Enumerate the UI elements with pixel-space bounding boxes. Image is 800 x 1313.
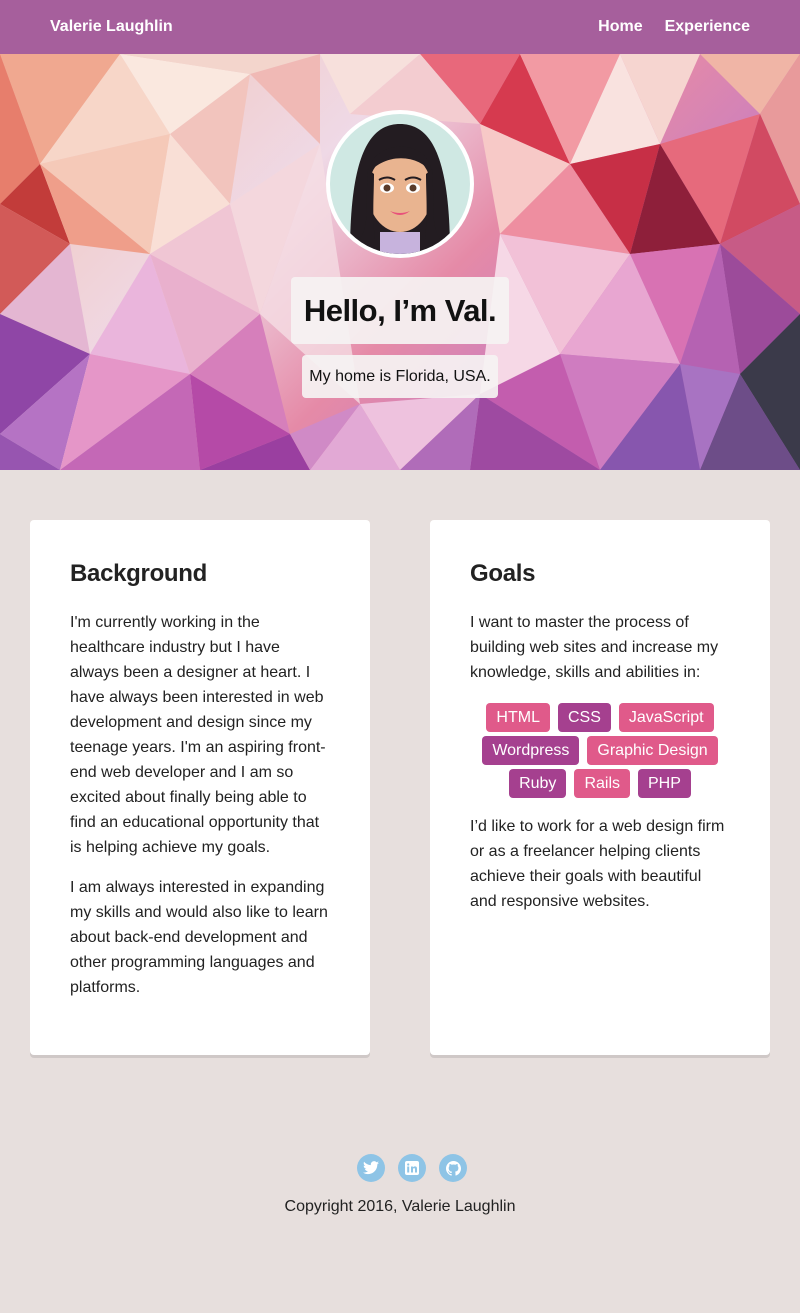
- background-heading: Background: [70, 560, 208, 587]
- background-card: Background I'm currently working in the …: [30, 520, 370, 1055]
- brand-link[interactable]: Valerie Laughlin: [50, 18, 173, 36]
- skill-tag-graphic-design: Graphic Design: [587, 736, 718, 765]
- skill-tag-php: PHP: [638, 769, 691, 798]
- nav-experience-link[interactable]: Experience: [665, 18, 750, 36]
- skill-tag-rails: Rails: [574, 769, 630, 798]
- goals-heading: Goals: [470, 560, 536, 587]
- skill-tag-javascript: JavaScript: [618, 703, 714, 732]
- hero-title: Hello, I’m Val.: [291, 277, 509, 344]
- navbar: Valerie Laughlin Home Experience: [0, 0, 800, 54]
- goals-outro: I’d like to work for a web design firm o…: [470, 818, 725, 910]
- copyright-text: Copyright 2016, Valerie Laughlin: [284, 1198, 516, 1215]
- avatar-illustration: [330, 114, 470, 254]
- nav-home-link[interactable]: Home: [598, 18, 642, 36]
- background-paragraph-2: I am always interested in expanding my s…: [70, 879, 328, 996]
- hero-section: Hello, I’m Val. My home is Florida, USA.: [0, 54, 800, 470]
- linkedin-icon[interactable]: [398, 1154, 426, 1182]
- skill-tag-ruby: Ruby: [509, 769, 567, 798]
- github-icon[interactable]: [439, 1154, 467, 1182]
- skill-tags: HTML CSS JavaScript Wordpress Graphic De…: [470, 703, 730, 798]
- skill-tag-css: CSS: [557, 703, 611, 732]
- hero-subtitle: My home is Florida, USA.: [302, 355, 498, 398]
- avatar: [326, 110, 474, 258]
- social-links: [357, 1154, 467, 1182]
- skill-tag-wordpress: Wordpress: [482, 736, 580, 765]
- skill-tag-html: HTML: [486, 703, 550, 732]
- goals-intro: I want to master the process of building…: [470, 614, 719, 681]
- nav-links: Home Experience: [598, 18, 750, 36]
- twitter-icon[interactable]: [357, 1154, 385, 1182]
- background-paragraph-1: I'm currently working in the healthcare …: [70, 614, 326, 856]
- goals-card: Goals I want to master the process of bu…: [430, 520, 770, 1055]
